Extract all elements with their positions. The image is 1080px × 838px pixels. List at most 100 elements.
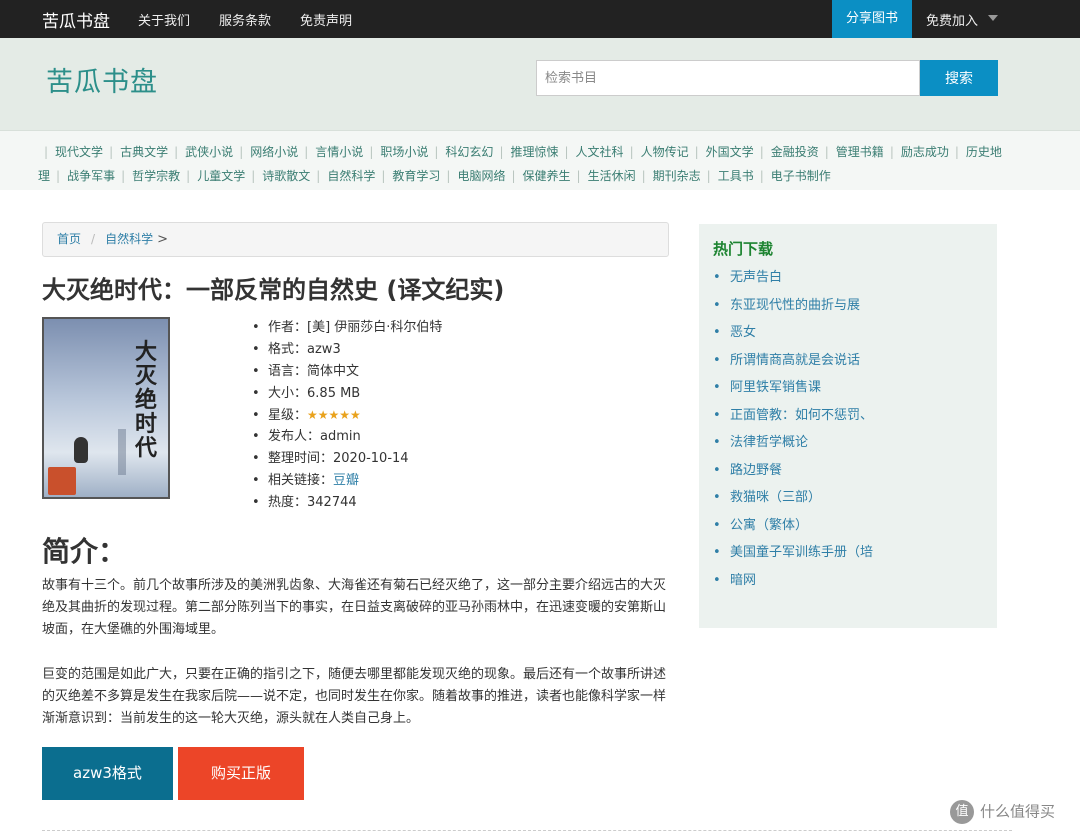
hot-downloads-list: 无声告白东亚现代性的曲折与展恶女所谓情商高就是会说话阿里铁军销售课正面管教：如何… xyxy=(713,264,873,594)
category-link[interactable]: 金融投资 xyxy=(771,145,819,159)
category-separator: | xyxy=(369,145,374,159)
category-link[interactable]: 推理惊悚 xyxy=(510,145,558,159)
hot-downloads-panel: 热门下载 无声告白东亚现代性的曲折与展恶女所谓情商高就是会说话阿里铁军销售课正面… xyxy=(699,224,997,628)
category-separator: | xyxy=(824,145,829,159)
book-cover-image[interactable]: 大灭绝时代 xyxy=(42,317,170,499)
buy-genuine-button[interactable]: 购买正版 xyxy=(178,747,304,800)
category-separator: | xyxy=(759,145,764,159)
category-separator: | xyxy=(239,145,244,159)
meta-link: 相关链接：豆瓣 xyxy=(252,470,442,492)
category-separator: | xyxy=(251,169,256,183)
chevron-down-icon[interactable] xyxy=(988,15,998,21)
hot-download-item[interactable]: 恶女 xyxy=(713,319,873,347)
hot-download-item[interactable]: 暗网 xyxy=(713,567,873,595)
category-link[interactable]: 诗歌散文 xyxy=(262,169,310,183)
date-value: 2020-10-14 xyxy=(333,451,409,467)
category-separator: | xyxy=(694,145,699,159)
meta-size: 大小：6.85 MB xyxy=(252,383,442,405)
category-separator: | xyxy=(44,145,49,159)
azw3-download-button[interactable]: azw3格式 xyxy=(42,747,173,800)
language-value: 简体中文 xyxy=(307,363,360,379)
category-separator: | xyxy=(759,169,764,183)
hot-download-item[interactable]: 东亚现代性的曲折与展 xyxy=(713,292,873,320)
navbar-brand[interactable]: 苦瓜书盘 xyxy=(42,7,110,32)
category-link[interactable]: 现代文学 xyxy=(55,145,103,159)
watermark-text: 什么值得买 xyxy=(980,802,1056,821)
hot-download-item[interactable]: 阿里铁军销售课 xyxy=(713,374,873,402)
category-link[interactable]: 电子书制作 xyxy=(771,169,831,183)
category-separator: | xyxy=(706,169,711,183)
category-separator: | xyxy=(629,145,634,159)
cover-title: 大灭绝时代 xyxy=(134,340,157,461)
category-link[interactable]: 期刊杂志 xyxy=(653,169,701,183)
category-link[interactable]: 网络小说 xyxy=(250,145,298,159)
breadcrumb: 首页 / 自然科学 > xyxy=(42,222,669,257)
category-separator: | xyxy=(186,169,191,183)
nav-link-terms[interactable]: 服务条款 xyxy=(219,10,271,29)
category-link[interactable]: 电脑网络 xyxy=(457,169,505,183)
category-link[interactable]: 古典文学 xyxy=(120,145,168,159)
watermark-logo-icon: 值 xyxy=(950,800,974,824)
category-separator: | xyxy=(576,169,581,183)
category-link[interactable]: 人物传记 xyxy=(641,145,689,159)
category-link[interactable]: 励志成功 xyxy=(901,145,949,159)
category-link[interactable]: 人文社科 xyxy=(576,145,624,159)
hot-download-item[interactable]: 路边野餐 xyxy=(713,457,873,485)
category-separator: | xyxy=(564,145,569,159)
category-separator: | xyxy=(56,169,61,183)
category-link[interactable]: 哲学宗教 xyxy=(132,169,180,183)
meta-heat: 热度：342744 xyxy=(252,492,442,514)
category-separator: | xyxy=(381,169,386,183)
heat-value: 342744 xyxy=(307,495,357,511)
hot-download-item[interactable]: 救猫咪（三部） xyxy=(713,484,873,512)
free-join-link[interactable]: 免费加入 xyxy=(926,10,978,29)
nav-link-about[interactable]: 关于我们 xyxy=(138,10,190,29)
category-link[interactable]: 管理书籍 xyxy=(836,145,884,159)
category-link[interactable]: 生活休闲 xyxy=(588,169,636,183)
intro-heading: 简介： xyxy=(42,535,127,568)
rating-stars-icon: ★★★★★ xyxy=(307,407,361,422)
category-link[interactable]: 武侠小说 xyxy=(185,145,233,159)
meta-format: 格式：azw3 xyxy=(252,339,442,361)
hot-download-item[interactable]: 美国童子军训练手册（培 xyxy=(713,539,873,567)
hot-download-item[interactable]: 所谓情商高就是会说话 xyxy=(713,347,873,375)
category-link[interactable]: 教育学习 xyxy=(392,169,440,183)
intro-paragraph-1: 故事有十三个。前几个故事所涉及的美洲乳齿象、大海雀还有菊石已经灭绝了，这一部分主… xyxy=(42,578,667,637)
site-header: 苦瓜书盘 搜索 xyxy=(0,38,1080,130)
category-separator: | xyxy=(304,145,309,159)
category-separator: | xyxy=(121,169,126,183)
category-separator: | xyxy=(434,145,439,159)
category-separator: | xyxy=(641,169,646,183)
category-link[interactable]: 自然科学 xyxy=(327,169,375,183)
douban-link[interactable]: 豆瓣 xyxy=(333,473,359,488)
category-link[interactable]: 儿童文学 xyxy=(197,169,245,183)
intro-paragraph-2: 巨变的范围是如此广大，只要在正确的指引之下，随便去哪里都能发现灭绝的现象。最后还… xyxy=(42,667,667,726)
category-bar: | 现代文学 | 古典文学 | 武侠小说 | 网络小说 | 言情小说 | 职场小说 | 科幻玄幻 | 推理惊悚… xyxy=(0,130,1080,190)
category-link[interactable]: 科幻玄幻 xyxy=(445,145,493,159)
watermark: 值什么值得买 xyxy=(950,800,1055,824)
size-value: 6.85 MB xyxy=(307,385,361,401)
breadcrumb-home[interactable]: 首页 xyxy=(57,232,81,246)
category-link[interactable]: 保健养生 xyxy=(523,169,571,183)
book-meta-list: 作者：[美] 伊丽莎白·科尔伯特 格式：azw3 语言：简体中文 大小：6.85… xyxy=(252,317,442,514)
share-book-button[interactable]: 分享图书 xyxy=(832,0,912,38)
category-separator: | xyxy=(446,169,451,183)
search-input[interactable] xyxy=(536,60,920,96)
format-value: azw3 xyxy=(307,341,341,357)
site-logo[interactable]: 苦瓜书盘 xyxy=(46,60,158,99)
breadcrumb-arrow: > xyxy=(157,232,168,247)
page-title: 大灭绝时代：一部反常的自然史 (译文纪实) xyxy=(42,276,505,304)
category-link[interactable]: 外国文学 xyxy=(706,145,754,159)
category-link[interactable]: 工具书 xyxy=(718,169,754,183)
category-link[interactable]: 职场小说 xyxy=(380,145,428,159)
category-list: | 现代文学 | 古典文学 | 武侠小说 | 网络小说 | 言情小说 | 职场小说 | 科幻玄幻 | 推理惊悚… xyxy=(38,140,1002,188)
nav-link-disclaimer[interactable]: 免责声明 xyxy=(300,10,352,29)
hot-download-item[interactable]: 法律哲学概论 xyxy=(713,429,873,457)
category-link[interactable]: 战争军事 xyxy=(67,169,115,183)
hot-download-item[interactable]: 公寓（繁体） xyxy=(713,512,873,540)
hot-download-item[interactable]: 正面管教：如何不惩罚、 xyxy=(713,402,873,430)
breadcrumb-category[interactable]: 自然科学 xyxy=(105,232,153,246)
search-button[interactable]: 搜索 xyxy=(920,60,998,96)
hot-download-item[interactable]: 无声告白 xyxy=(713,264,873,292)
category-link[interactable]: 言情小说 xyxy=(315,145,363,159)
